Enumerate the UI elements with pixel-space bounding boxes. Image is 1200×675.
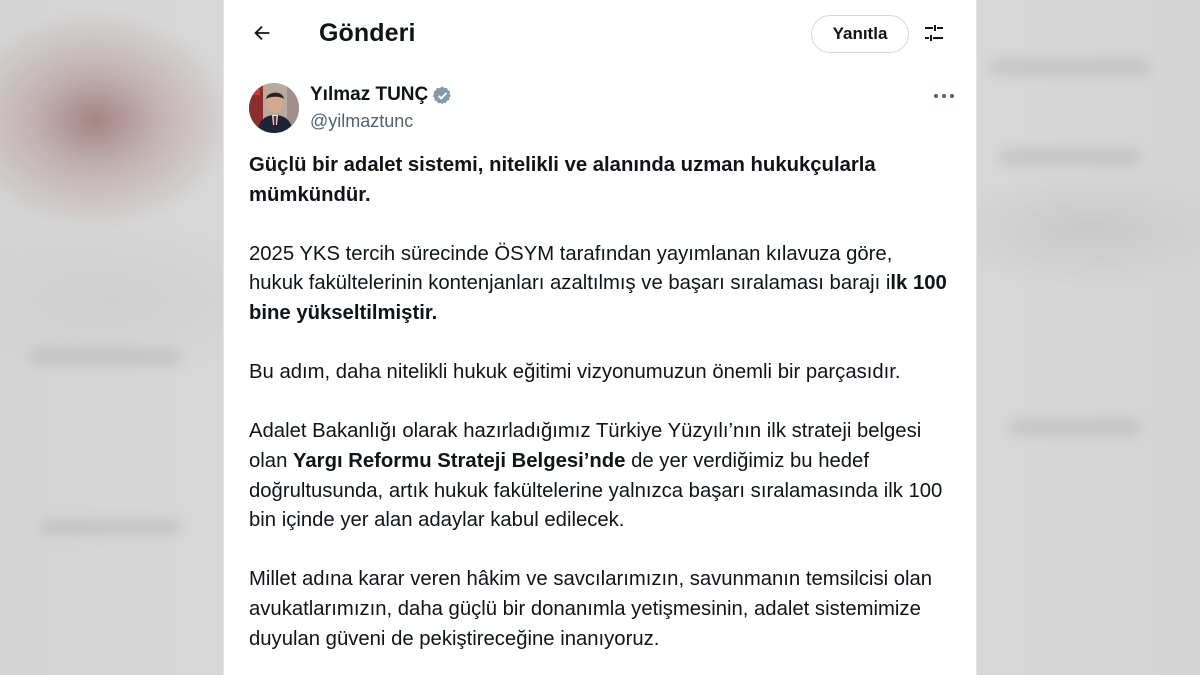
more-dots-icon (933, 87, 955, 105)
avatar-portrait-icon (249, 83, 299, 133)
tweet-paragraph-5: Millet adına karar veren hâkim ve savcıl… (249, 568, 933, 650)
arrow-left-icon (251, 22, 273, 49)
tweet-paragraph-3: Bu adım, daha nitelikli hukuk eğitimi vi… (249, 361, 901, 384)
more-options-button[interactable] (926, 82, 962, 110)
page-title: Gönderi (319, 19, 416, 47)
avatar[interactable] (249, 83, 299, 133)
verified-badge-icon (432, 85, 453, 106)
tweet-headline: Güçlü bir adalet sistemi, nitelikli ve a… (249, 154, 876, 206)
reply-button[interactable]: Yanıtla (811, 15, 909, 53)
author-handle[interactable]: @yilmaztunc (310, 111, 413, 132)
tweet-body: Güçlü bir adalet sistemi, nitelikli ve a… (249, 151, 949, 675)
filter-button[interactable] (916, 17, 952, 53)
author-name-text: Yılmaz TUNÇ (310, 84, 429, 105)
tweet-paragraph-4: Adalet Bakanlığı olarak hazırladığımız T… (249, 417, 949, 535)
tweet-text-segment: 2025 YKS tercih sürecinde ÖSYM tarafında… (249, 242, 893, 295)
sliders-icon (922, 21, 946, 50)
tweet-paragraph-2: 2025 YKS tercih sürecinde ÖSYM tarafında… (249, 240, 949, 329)
back-button[interactable] (244, 17, 280, 53)
top-bar: Gönderi Yanıtla (224, 0, 976, 70)
author-name[interactable]: Yılmaz TUNÇ (310, 84, 453, 106)
post-card: Gönderi Yanıtla Yılmaz TUNÇ @yilmaztunc … (224, 0, 976, 675)
tweet-paragraph-1: Güçlü bir adalet sistemi, nitelikli ve a… (249, 151, 949, 210)
tweet-bold-segment: Yargı Reformu Strateji Belgesi’nde (292, 449, 626, 472)
